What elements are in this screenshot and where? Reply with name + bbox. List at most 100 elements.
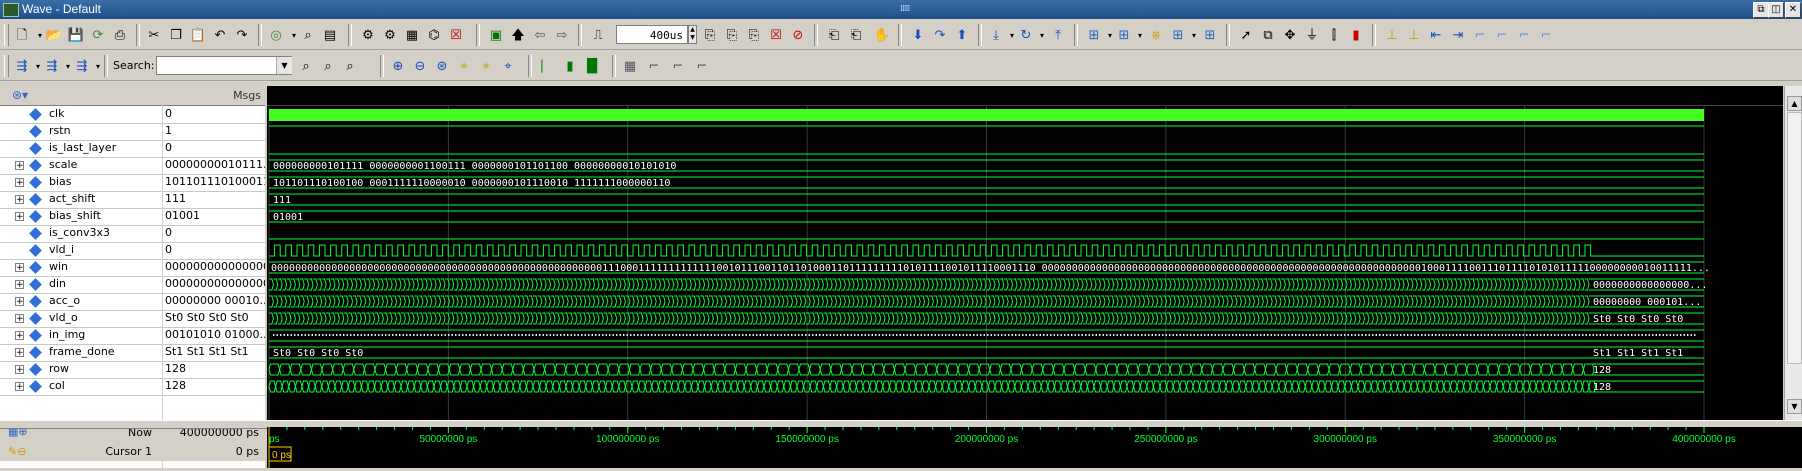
signal-value-row[interactable]: St1 St1 St1 St1 <box>163 344 265 362</box>
insert-cursor-icon[interactable]: ⊥ <box>1382 25 1402 45</box>
run-all-icon[interactable]: ⎘ <box>744 25 764 45</box>
signal-row-in_img[interactable]: + in_img <box>0 327 162 345</box>
zoom-last-icon[interactable]: ⌖ <box>476 56 496 76</box>
prev-falling-icon[interactable]: ⌐ <box>1470 25 1490 45</box>
scroll-up-icon[interactable]: ▲ <box>1787 96 1802 111</box>
show-drivers-icon[interactable]: ▮ <box>1346 25 1366 45</box>
save-icon[interactable]: 💾 <box>66 25 86 45</box>
open-folder-icon[interactable]: 📂 <box>44 25 64 45</box>
zoom-range-icon[interactable]: ⌖ <box>498 56 518 76</box>
prev-rising-icon[interactable]: ⌐ <box>1514 25 1534 45</box>
zoom-cursor-icon[interactable]: ⌖ <box>454 56 474 76</box>
prev-edge-icon[interactable]: ⇤ <box>1426 25 1446 45</box>
signal-value-row[interactable]: 00101010 01000... <box>163 327 265 345</box>
paste-icon[interactable]: 📋 <box>188 25 208 45</box>
signal-value-row[interactable]: 0 <box>163 225 265 243</box>
step-out-icon[interactable]: ⬆ <box>952 25 972 45</box>
signal-type-icon[interactable]: ⊛▾ <box>12 88 28 102</box>
edge-any-icon[interactable]: ⌐ <box>692 56 712 76</box>
signal-row-bias[interactable]: + bias <box>0 174 162 192</box>
dock-grip[interactable]: ⁞⁞⁞⁞⁞ <box>900 4 910 14</box>
signal-value-row[interactable]: 000000000000000... <box>163 276 265 294</box>
select-mode-icon[interactable]: ➚ <box>1236 25 1256 45</box>
up-arrow-icon[interactable]: 🡅 <box>508 25 528 45</box>
expand-icon[interactable]: + <box>15 331 24 341</box>
undo-icon[interactable]: ↶ <box>210 25 230 45</box>
edge-fall-icon[interactable]: ⌐ <box>668 56 688 76</box>
timeline-canvas[interactable]: ps 50000000 ps 100000000 ps 150000000 ps 200… <box>267 427 1802 468</box>
timeline-pane[interactable]: ps 50000000 ps 100000000 ps 150000000 ps 200… <box>267 427 1802 468</box>
signal-row-rstn[interactable]: rstn <box>0 123 162 141</box>
print-icon[interactable]: ⎙ <box>110 25 130 45</box>
search-options-icon[interactable]: ⌕ <box>318 56 338 76</box>
search-input[interactable] <box>156 56 292 75</box>
toolbar2-grip[interactable] <box>4 55 9 77</box>
bookmark-icon[interactable]: ▤ <box>320 25 340 45</box>
signal-row-clk[interactable]: clk <box>0 106 162 124</box>
wave-color-icon[interactable]: ▮ <box>560 56 580 76</box>
search-stop-icon[interactable]: ⌕ <box>340 56 360 76</box>
signal-value-row[interactable]: 000000000000000... <box>163 259 265 277</box>
zoom-full-icon[interactable]: ⊛ <box>432 56 452 76</box>
close-button[interactable]: ✕ <box>1785 2 1801 18</box>
cursor-icons[interactable]: ✎⊖ <box>8 445 26 458</box>
run-length-icon[interactable]: ⎍ <box>588 25 608 45</box>
hand-icon[interactable]: ✋ <box>872 25 892 45</box>
signal-value-row[interactable]: 128 <box>163 361 265 379</box>
expand-icon[interactable]: + <box>15 365 24 375</box>
back-arrow-icon[interactable]: ⇦ <box>530 25 550 45</box>
edit-mode-icon[interactable]: ⏚ <box>1302 25 1322 45</box>
signal-value-row[interactable]: 128 <box>163 378 265 396</box>
reload-icon[interactable]: ⟳ <box>88 25 108 45</box>
wave-fill-icon[interactable]: █ <box>582 56 602 76</box>
grid-icon[interactable]: ▦ <box>620 56 640 76</box>
waveform-pane[interactable]: 000000000101111 0000000001100111 0000000… <box>267 86 1783 420</box>
table-icon[interactable]: ▦ <box>402 25 422 45</box>
expand-icon[interactable]: + <box>15 195 24 205</box>
expand-icon[interactable]: + <box>15 280 24 290</box>
compile-all-icon[interactable]: ⚙ <box>380 25 400 45</box>
signal-row-acc_o[interactable]: + acc_o <box>0 293 162 311</box>
signal-row-din[interactable]: + din <box>0 276 162 294</box>
restart-icon[interactable]: ⎗ <box>824 25 844 45</box>
signal-row-act_shift[interactable]: + act_shift <box>0 191 162 209</box>
signal-row-vld_o[interactable]: + vld_o <box>0 310 162 328</box>
next-falling-icon[interactable]: ⌐ <box>1492 25 1512 45</box>
signal-value-row[interactable]: St0 St0 St0 St0 <box>163 310 265 328</box>
scroll-down-icon[interactable]: ▼ <box>1787 399 1802 414</box>
toolbar-grip[interactable] <box>4 24 9 46</box>
compile-icon[interactable]: ⚙ <box>358 25 378 45</box>
next-rising-icon[interactable]: ⌐ <box>1536 25 1556 45</box>
stretch-mode-icon[interactable]: ⫿ <box>1324 25 1344 45</box>
expand-icon[interactable]: + <box>15 263 24 273</box>
zoom-mode-icon[interactable]: ⧉ <box>1258 25 1278 45</box>
waveform-canvas[interactable]: 000000000101111 0000000001100111 0000000… <box>267 86 1783 420</box>
new-file-icon[interactable]: 🗋 <box>12 25 32 45</box>
signal-row-vld_i[interactable]: vld_i <box>0 242 162 260</box>
step-over-icon[interactable]: ↷ <box>930 25 950 45</box>
forward-arrow-icon[interactable]: ⇨ <box>552 25 572 45</box>
signal-value-row[interactable]: 00000000010111... <box>163 157 265 175</box>
expand-icon[interactable]: + <box>15 178 24 188</box>
cut-icon[interactable]: ✂ <box>144 25 164 45</box>
expand-icon[interactable]: + <box>15 348 24 358</box>
break-icon[interactable]: ☒ <box>446 25 466 45</box>
signal-row-col[interactable]: + col <box>0 378 162 396</box>
debug-icon[interactable]: ⌬ <box>424 25 444 45</box>
signal-row-scale[interactable]: + scale <box>0 157 162 175</box>
step-into-icon[interactable]: ⬇ <box>908 25 928 45</box>
edge-rise-icon[interactable]: ⌐ <box>644 56 664 76</box>
stop-icon[interactable]: ⊘ <box>788 25 808 45</box>
signal-value-row[interactable]: 0 <box>163 140 265 158</box>
pan-mode-icon[interactable]: ✥ <box>1280 25 1300 45</box>
signal-row-bias_shift[interactable]: + bias_shift <box>0 208 162 226</box>
undock-button[interactable]: ⧉ <box>1753 2 1769 18</box>
signal-value-row[interactable]: 1 <box>163 123 265 141</box>
continue-icon[interactable]: ⎘ <box>722 25 742 45</box>
schematic-icon[interactable]: ⊞ <box>1200 25 1220 45</box>
dock-button[interactable]: ◫ <box>1768 2 1784 18</box>
search-dropdown-icon[interactable]: ▼ <box>276 57 292 74</box>
signal-value-row[interactable]: 101101110100011... <box>163 174 265 192</box>
signal-value-row[interactable]: 01001 <box>163 208 265 226</box>
run-icon[interactable]: ⎘ <box>700 25 720 45</box>
